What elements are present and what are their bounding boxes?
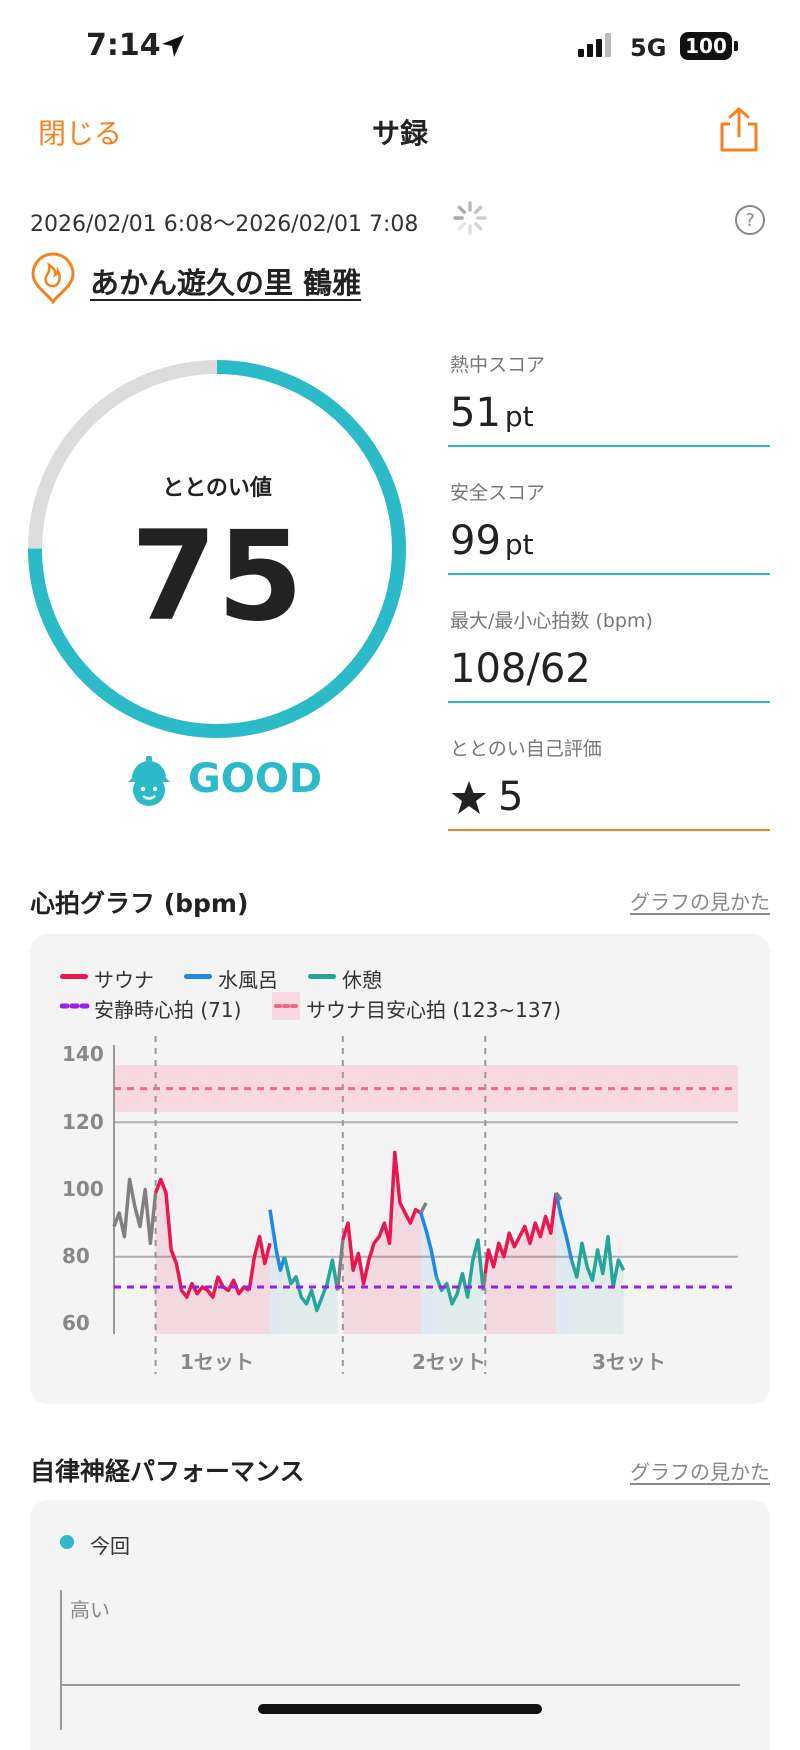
- series-line-other: [112, 1177, 158, 1246]
- series-area: [342, 1152, 421, 1334]
- legend-dot-current: [60, 1535, 74, 1549]
- ans-title: 自律神経パフォーマンス: [30, 1457, 305, 1486]
- series-area: [556, 1192, 572, 1334]
- ans-gridline: [62, 1684, 740, 1686]
- ans-y-label: 高い: [70, 1598, 110, 1622]
- ans-legend-current: 今回: [90, 1534, 130, 1558]
- ans-help-link[interactable]: グラフの見かた: [630, 1456, 770, 1485]
- series-line-other: [419, 1202, 428, 1214]
- heart-rate-chart: [112, 1036, 738, 1374]
- home-indicator[interactable]: [258, 1704, 542, 1714]
- ans-y-axis: [60, 1590, 62, 1730]
